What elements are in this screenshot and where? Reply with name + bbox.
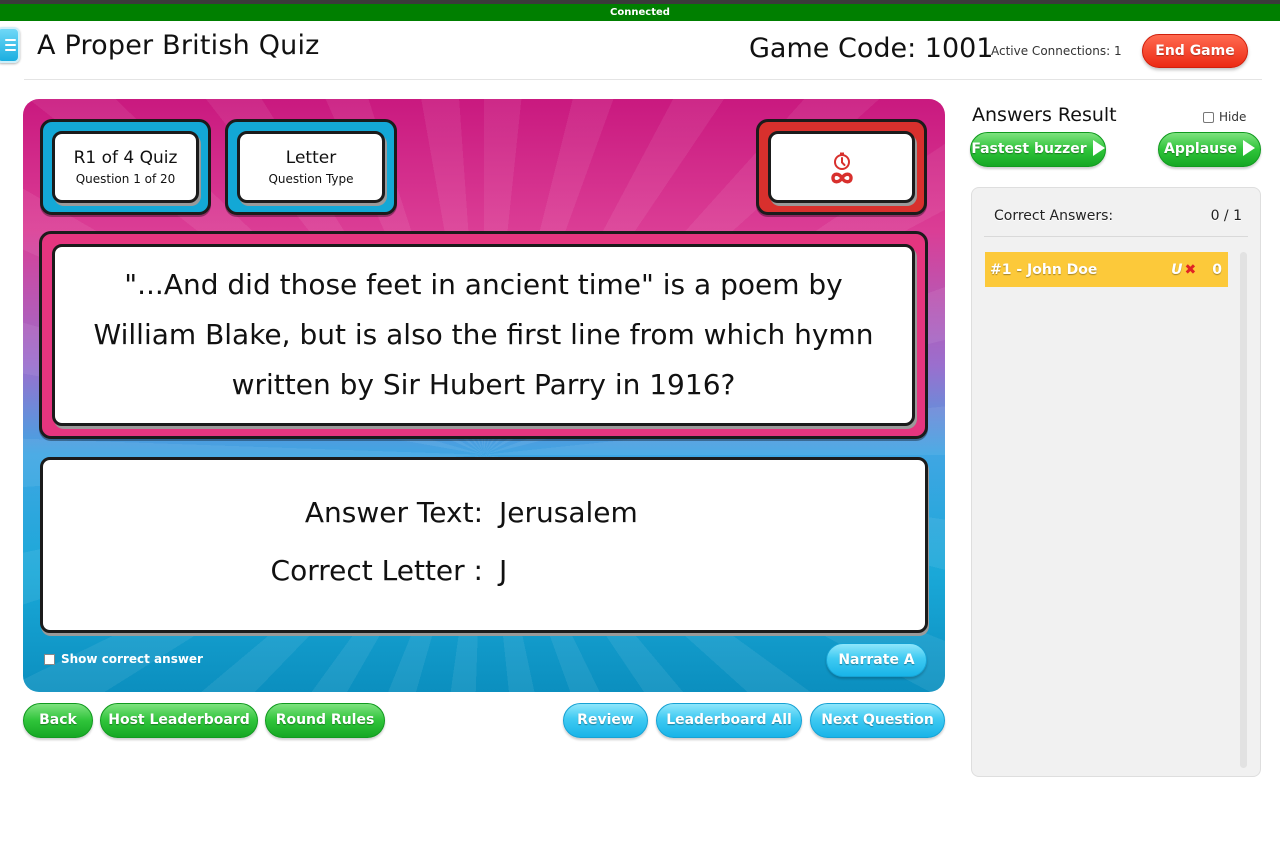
hamburger-menu-icon-line: [4, 49, 16, 51]
leaderboard-all-button[interactable]: Leaderboard All: [656, 703, 802, 738]
question-stage: R1 of 4 Quiz Question 1 of 20 Letter Que…: [23, 99, 945, 692]
question-frame: "...And did those feet in ancient time" …: [39, 231, 928, 439]
active-connections: Active Connections: 1: [991, 44, 1122, 58]
correct-letter-value: J: [499, 554, 508, 587]
show-correct-answer-checkbox[interactable]: [44, 653, 55, 665]
answers-result-heading: Answers Result: [972, 104, 1117, 126]
back-button[interactable]: Back: [23, 703, 93, 738]
correct-answers-label: Correct Answers:: [994, 208, 1114, 224]
host-leaderboard-button[interactable]: Host Leaderboard: [100, 703, 258, 738]
hide-results-label: Hide: [1219, 110, 1247, 124]
round-label: R1 of 4 Quiz: [73, 148, 178, 168]
hamburger-menu-icon: [4, 39, 16, 41]
correct-answers-summary: Correct Answers: 0 / 1: [994, 208, 1242, 224]
narrate-answer-button[interactable]: Narrate A: [826, 643, 927, 677]
show-correct-answer-label: Show correct answer: [61, 652, 203, 666]
show-correct-answer-toggle[interactable]: Show correct answer: [44, 652, 203, 666]
hide-results-checkbox[interactable]: [1203, 111, 1214, 123]
correct-letter-label: Correct Letter :: [270, 554, 483, 587]
round-tile-inner: R1 of 4 Quiz Question 1 of 20: [52, 131, 199, 203]
applause-label: Applause: [1164, 141, 1237, 157]
review-button[interactable]: Review: [563, 703, 648, 738]
question-number: Question 1 of 20: [75, 172, 176, 186]
play-icon: [1242, 139, 1255, 156]
game-code: Game Code: 1001: [749, 33, 994, 64]
player-score: 0: [1212, 261, 1222, 278]
player-result-row[interactable]: #1 - John Doe U ✖ 0: [985, 252, 1228, 287]
answers-result-panel: Correct Answers: 0 / 1 #1 - John Doe U ✖…: [971, 187, 1261, 777]
player-badge: U: [1171, 261, 1183, 278]
clock-icon: [833, 152, 850, 170]
hamburger-menu-icon-line: [4, 44, 16, 46]
player-name: #1 - John Doe: [990, 261, 1098, 278]
fastest-buzzer-button[interactable]: Fastest buzzer: [970, 132, 1106, 167]
timer-tile: [756, 119, 927, 215]
menu-button[interactable]: [0, 27, 20, 63]
timer-tile-inner: [768, 131, 915, 203]
connection-status-bar: Connected: [0, 4, 1280, 21]
question-type-label: Question Type: [268, 172, 354, 186]
round-tile: R1 of 4 Quiz Question 1 of 20: [40, 119, 211, 215]
question-card: "...And did those feet in ancient time" …: [52, 244, 915, 426]
answer-card: Answer Text: Jerusalem Correct Letter : …: [40, 457, 928, 633]
header-divider: [24, 79, 1262, 80]
results-scrollbar[interactable]: [1240, 252, 1247, 768]
question-type-tile: Letter Question Type: [225, 119, 397, 215]
next-question-button[interactable]: Next Question: [810, 703, 945, 738]
round-rules-button[interactable]: Round Rules: [265, 703, 385, 738]
hide-results-toggle[interactable]: Hide: [1203, 110, 1246, 124]
quiz-title: A Proper British Quiz: [37, 30, 320, 61]
play-icon: [1092, 139, 1105, 156]
question-text: "...And did those feet in ancient time" …: [93, 268, 874, 401]
question-type-tile-inner: Letter Question Type: [237, 131, 385, 203]
fastest-buzzer-label: Fastest buzzer: [971, 141, 1087, 157]
answer-text-label: Answer Text:: [304, 496, 483, 529]
end-game-button[interactable]: End Game: [1142, 34, 1248, 68]
question-type-value: Letter: [285, 148, 337, 168]
applause-button[interactable]: Applause: [1158, 132, 1261, 167]
infinity-icon: [830, 172, 853, 183]
correct-answers-count: 0 / 1: [1210, 208, 1242, 224]
cross-icon: ✖: [1184, 261, 1197, 278]
results-divider: [984, 236, 1248, 237]
answer-text-value: Jerusalem: [499, 496, 638, 529]
